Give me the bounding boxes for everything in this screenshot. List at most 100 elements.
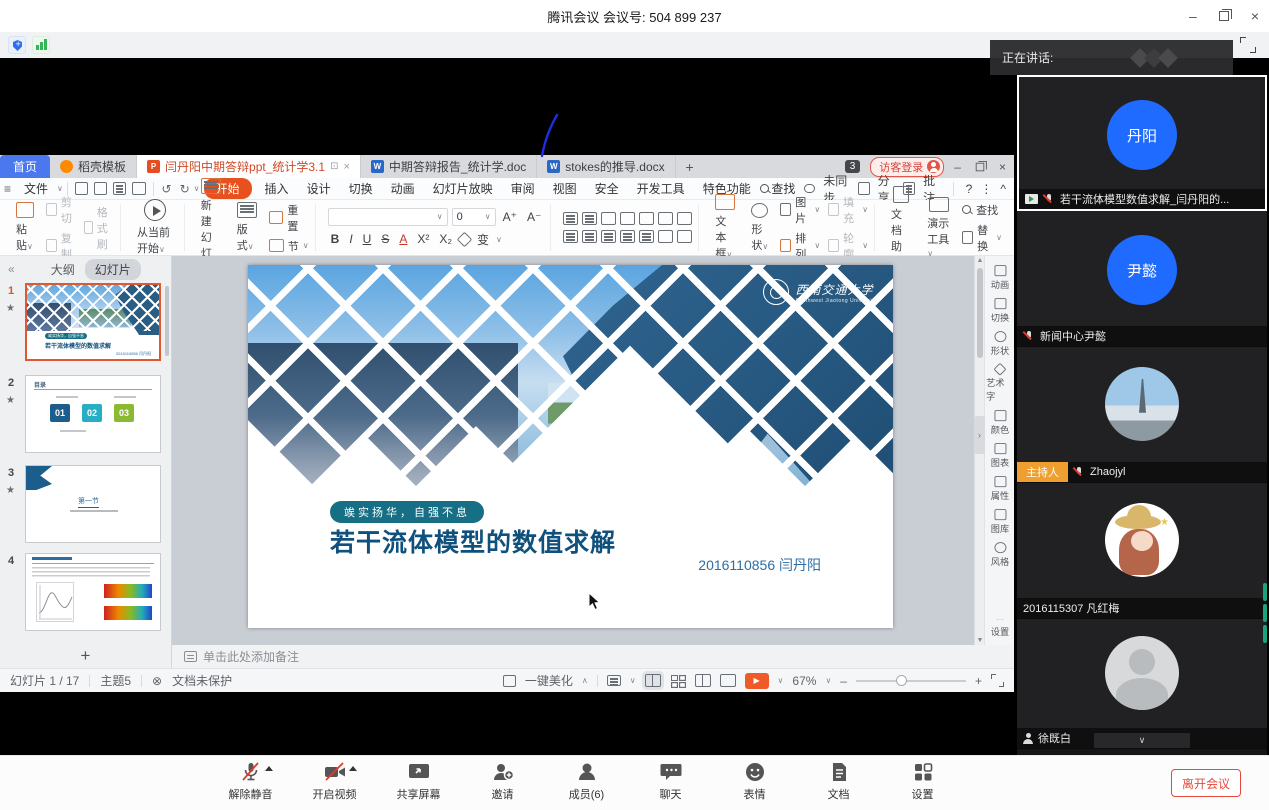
fit-slide-icon[interactable] — [991, 674, 1004, 687]
text-direction-icon[interactable] — [639, 212, 654, 225]
tab-outline[interactable]: 大纲 — [51, 261, 75, 278]
presenter-view-button[interactable] — [720, 674, 736, 687]
collapse-videos-button[interactable]: ∨ — [1094, 733, 1190, 748]
tab-docer-templates[interactable]: 稻壳模板 — [50, 155, 137, 178]
preview-icon[interactable] — [132, 182, 145, 195]
expand-rail-icon[interactable]: › — [974, 416, 985, 454]
animation-star-icon[interactable]: ★ — [6, 485, 15, 496]
slide-thumbnail-4[interactable] — [25, 553, 161, 631]
zoom-level-label[interactable]: 67% — [792, 674, 816, 688]
italic-button[interactable]: I — [346, 232, 355, 246]
rail-transition[interactable]: 切换 — [990, 298, 1008, 324]
docs-button[interactable]: 文档 — [810, 760, 868, 802]
zoom-slider-knob[interactable] — [896, 675, 907, 686]
participant-tile[interactable]: 尹懿 新闻中心尹懿 — [1017, 211, 1267, 347]
line-spacing-icon[interactable] — [677, 212, 692, 225]
zoom-slider[interactable] — [856, 680, 966, 682]
restore-button[interactable] — [1219, 11, 1229, 21]
menu-view[interactable]: 视图 — [544, 180, 586, 197]
reset-slide-button[interactable]: 重置 — [269, 202, 309, 234]
hamburger-menu-icon[interactable]: ≡ — [0, 182, 15, 196]
network-signal-icon[interactable] — [32, 36, 50, 54]
redo-icon[interactable]: ↻ — [176, 182, 194, 196]
font-color-button[interactable]: A — [396, 232, 410, 246]
normal-view-button[interactable] — [645, 674, 661, 687]
distribute-icon[interactable] — [639, 230, 654, 243]
undo-icon[interactable]: ↺ — [158, 182, 176, 196]
bold-button[interactable]: B — [328, 232, 343, 246]
decrease-font-button[interactable]: A⁻ — [524, 210, 544, 224]
align-right-icon[interactable] — [601, 230, 616, 243]
menu-review[interactable]: 审阅 — [502, 180, 544, 197]
rail-properties[interactable]: 属性 — [990, 476, 1008, 502]
numbered-list-icon[interactable] — [582, 212, 597, 225]
video-options-caret[interactable] — [349, 766, 357, 771]
slide-layout-button[interactable]: 版式∨ — [233, 202, 261, 253]
menu-security[interactable]: 安全 — [586, 180, 628, 197]
align-center-icon[interactable] — [582, 230, 597, 243]
find-button[interactable]: 查找 — [962, 202, 1002, 218]
justify-icon[interactable] — [620, 230, 635, 243]
format-painter-button[interactable]: 格式刷 — [84, 204, 114, 252]
align-text-icon[interactable] — [658, 212, 673, 225]
minimize-button[interactable]: – — [1189, 8, 1197, 24]
members-button[interactable]: 成员(6) — [558, 760, 616, 802]
increase-font-button[interactable]: A⁺ — [500, 210, 520, 224]
mic-options-caret[interactable] — [265, 766, 273, 771]
text-effect-button[interactable]: 变 — [474, 231, 492, 248]
notes-toggle-icon[interactable] — [607, 675, 621, 686]
search-icon[interactable] — [760, 184, 769, 194]
scrollbar-handle[interactable] — [977, 268, 983, 358]
strikethrough-button[interactable]: S — [378, 232, 392, 246]
export-icon[interactable] — [94, 182, 107, 195]
pin-tab-icon[interactable]: ⊡ — [330, 161, 338, 172]
participant-tile-speaker[interactable]: 丹阳 若干流体模型数值求解_闫丹阳的... — [1017, 75, 1267, 211]
menu-insert[interactable]: 插入 — [256, 180, 298, 197]
columns-icon[interactable] — [677, 230, 692, 243]
participant-tile-host[interactable]: 主持人 Zhaojyl — [1017, 347, 1267, 483]
participant-tile[interactable]: ★ 2016115307 凡红梅 — [1017, 483, 1267, 619]
textbox-button[interactable]: 文本框∨ — [711, 194, 739, 261]
slide-thumbnail-3[interactable]: 第一节 — [25, 465, 161, 543]
menu-transition[interactable]: 切换 — [340, 180, 382, 197]
clear-format-icon[interactable] — [457, 231, 473, 247]
tab-active-presentation[interactable]: P 闫丹阳中期答辩ppt_统计学3.1 ⊡ × — [137, 155, 361, 178]
rail-colors[interactable]: 颜色 — [990, 410, 1008, 436]
bullet-list-icon[interactable] — [563, 212, 578, 225]
save-icon[interactable] — [75, 182, 88, 195]
settings-button[interactable]: 设置 — [894, 760, 952, 802]
tab-slides[interactable]: 幻灯片 — [85, 259, 141, 280]
cut-button[interactable]: 剪切 — [46, 194, 76, 226]
emoji-button[interactable]: 表情 — [726, 760, 784, 802]
present-tools-button[interactable]: 演示工具∨ — [923, 197, 954, 259]
picture-button[interactable]: 图片∨ — [780, 194, 820, 226]
font-family-combo[interactable]: ∨ — [328, 208, 448, 226]
animation-star-icon[interactable]: ★ — [6, 395, 15, 406]
print-icon[interactable] — [113, 182, 126, 195]
zoom-out-button[interactable]: – — [840, 674, 847, 688]
rail-animation[interactable]: 动画 — [990, 265, 1008, 291]
align-left-icon[interactable] — [563, 230, 578, 243]
collapse-ribbon-icon[interactable]: ^ — [1000, 182, 1006, 196]
rail-gallery[interactable]: 图库 — [990, 509, 1008, 535]
leave-meeting-button[interactable]: 离开会议 — [1171, 769, 1241, 797]
close-button[interactable]: × — [1251, 8, 1259, 24]
participants-scrollbar[interactable] — [1263, 583, 1267, 643]
rail-shapes[interactable]: 形状 — [990, 331, 1008, 357]
unmute-button[interactable]: 解除静音 — [222, 760, 280, 802]
help-icon[interactable]: ? — [966, 182, 973, 196]
replace-button[interactable]: 替换∨ — [962, 222, 1002, 254]
paragraph-spacing-icon[interactable] — [658, 230, 673, 243]
rail-style[interactable]: 风格 — [990, 542, 1008, 568]
slide-thumbnail-1[interactable]: 竢实扬华，自强不息 若干流体模型的数值求解 2016110856 闫丹阳 — [25, 283, 161, 361]
paste-button[interactable]: 粘贴∨ — [12, 202, 38, 253]
underline-button[interactable]: U — [360, 232, 375, 246]
theme-label[interactable]: 主题5 — [100, 672, 131, 689]
notes-bar[interactable]: 单击此处添加备注 — [172, 645, 1014, 668]
menu-devtools[interactable]: 开发工具 — [628, 180, 694, 197]
subscript-button[interactable]: X₂ — [436, 232, 455, 246]
cloud-sync-icon[interactable] — [804, 184, 815, 193]
start-video-button[interactable]: 开启视频 — [306, 760, 364, 802]
reading-view-button[interactable] — [695, 674, 711, 687]
menu-animation[interactable]: 动画 — [382, 180, 424, 197]
